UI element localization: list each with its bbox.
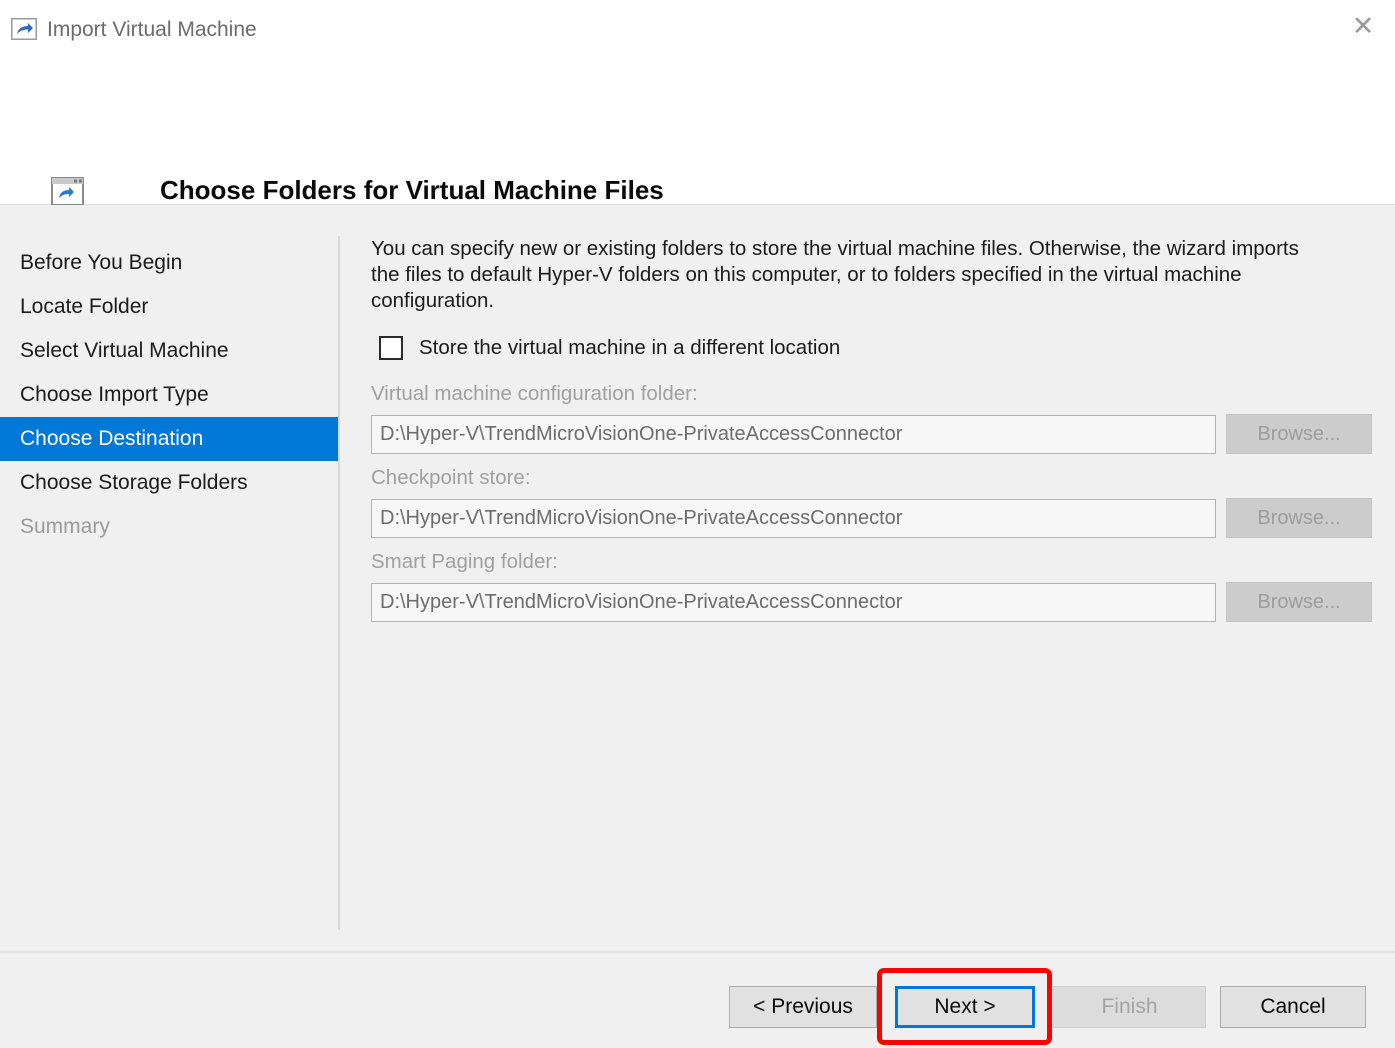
smart-paging-folder-group: Smart Paging folder: D:\Hyper-V\TrendMic… bbox=[371, 550, 1395, 622]
sidebar-item-choose-destination[interactable]: Choose Destination bbox=[0, 417, 338, 461]
sidebar-item-select-virtual-machine[interactable]: Select Virtual Machine bbox=[0, 329, 338, 373]
vm-configuration-folder-row: D:\Hyper-V\TrendMicroVisionOne-PrivateAc… bbox=[371, 414, 1395, 454]
sidebar-item-summary[interactable]: Summary bbox=[0, 505, 338, 549]
wizard-header: Choose Folders for Virtual Machine Files bbox=[0, 59, 1395, 205]
next-button-annotation-highlight bbox=[877, 968, 1052, 1045]
sidebar-item-before-you-begin[interactable]: Before You Begin bbox=[0, 241, 338, 285]
store-different-location-checkbox[interactable] bbox=[379, 336, 403, 360]
sidebar-item-label: Locate Folder bbox=[20, 295, 148, 319]
wizard-body: Before You Begin Locate Folder Select Vi… bbox=[0, 205, 1395, 951]
sidebar-item-label: Summary bbox=[20, 515, 110, 539]
cancel-button[interactable]: Cancel bbox=[1220, 986, 1366, 1028]
checkpoint-store-browse-button[interactable]: Browse... bbox=[1226, 498, 1372, 538]
checkpoint-store-input[interactable]: D:\Hyper-V\TrendMicroVisionOne-PrivateAc… bbox=[371, 499, 1216, 538]
sidebar-item-choose-storage-folders[interactable]: Choose Storage Folders bbox=[0, 461, 338, 505]
window-title: Import Virtual Machine bbox=[47, 19, 257, 40]
vm-configuration-folder-browse-button[interactable]: Browse... bbox=[1226, 414, 1372, 454]
import-vm-icon bbox=[11, 18, 37, 40]
checkpoint-store-row: D:\Hyper-V\TrendMicroVisionOne-PrivateAc… bbox=[371, 498, 1395, 538]
store-different-location-row[interactable]: Store the virtual machine in a different… bbox=[379, 336, 1395, 360]
sidebar-item-label: Select Virtual Machine bbox=[20, 339, 229, 363]
sidebar-item-choose-import-type[interactable]: Choose Import Type bbox=[0, 373, 338, 417]
smart-paging-folder-label: Smart Paging folder: bbox=[371, 550, 1395, 574]
sidebar-item-label: Choose Destination bbox=[20, 427, 203, 451]
import-vm-window-icon bbox=[51, 177, 84, 206]
sidebar-item-label: Choose Storage Folders bbox=[20, 471, 248, 495]
wizard-steps-sidebar: Before You Begin Locate Folder Select Vi… bbox=[0, 205, 338, 951]
sidebar-item-locate-folder[interactable]: Locate Folder bbox=[0, 285, 338, 329]
checkpoint-store-label: Checkpoint store: bbox=[371, 466, 1395, 490]
import-virtual-machine-wizard: Import Virtual Machine ✕ Choose Folders … bbox=[0, 0, 1395, 1048]
vm-configuration-folder-input[interactable]: D:\Hyper-V\TrendMicroVisionOne-PrivateAc… bbox=[371, 415, 1216, 454]
vm-configuration-folder-label: Virtual machine configuration folder: bbox=[371, 382, 1395, 406]
finish-button[interactable]: Finish bbox=[1053, 986, 1206, 1028]
close-button[interactable]: ✕ bbox=[1331, 0, 1395, 52]
smart-paging-folder-browse-button[interactable]: Browse... bbox=[1226, 582, 1372, 622]
window-titlebar: Import Virtual Machine ✕ bbox=[0, 0, 1395, 59]
sidebar-item-label: Before You Begin bbox=[20, 251, 182, 275]
description-text: You can specify new or existing folders … bbox=[371, 236, 1301, 314]
smart-paging-folder-input[interactable]: D:\Hyper-V\TrendMicroVisionOne-PrivateAc… bbox=[371, 583, 1216, 622]
wizard-content-panel: You can specify new or existing folders … bbox=[338, 205, 1395, 951]
vm-configuration-folder-group: Virtual machine configuration folder: D:… bbox=[371, 382, 1395, 454]
checkpoint-store-group: Checkpoint store: D:\Hyper-V\TrendMicroV… bbox=[371, 466, 1395, 538]
close-icon: ✕ bbox=[1352, 13, 1375, 40]
previous-button[interactable]: < Previous bbox=[729, 986, 877, 1028]
page-title: Choose Folders for Virtual Machine Files bbox=[160, 175, 664, 206]
smart-paging-folder-row: D:\Hyper-V\TrendMicroVisionOne-PrivateAc… bbox=[371, 582, 1395, 622]
store-different-location-label: Store the virtual machine in a different… bbox=[419, 336, 840, 360]
sidebar-item-label: Choose Import Type bbox=[20, 383, 209, 407]
